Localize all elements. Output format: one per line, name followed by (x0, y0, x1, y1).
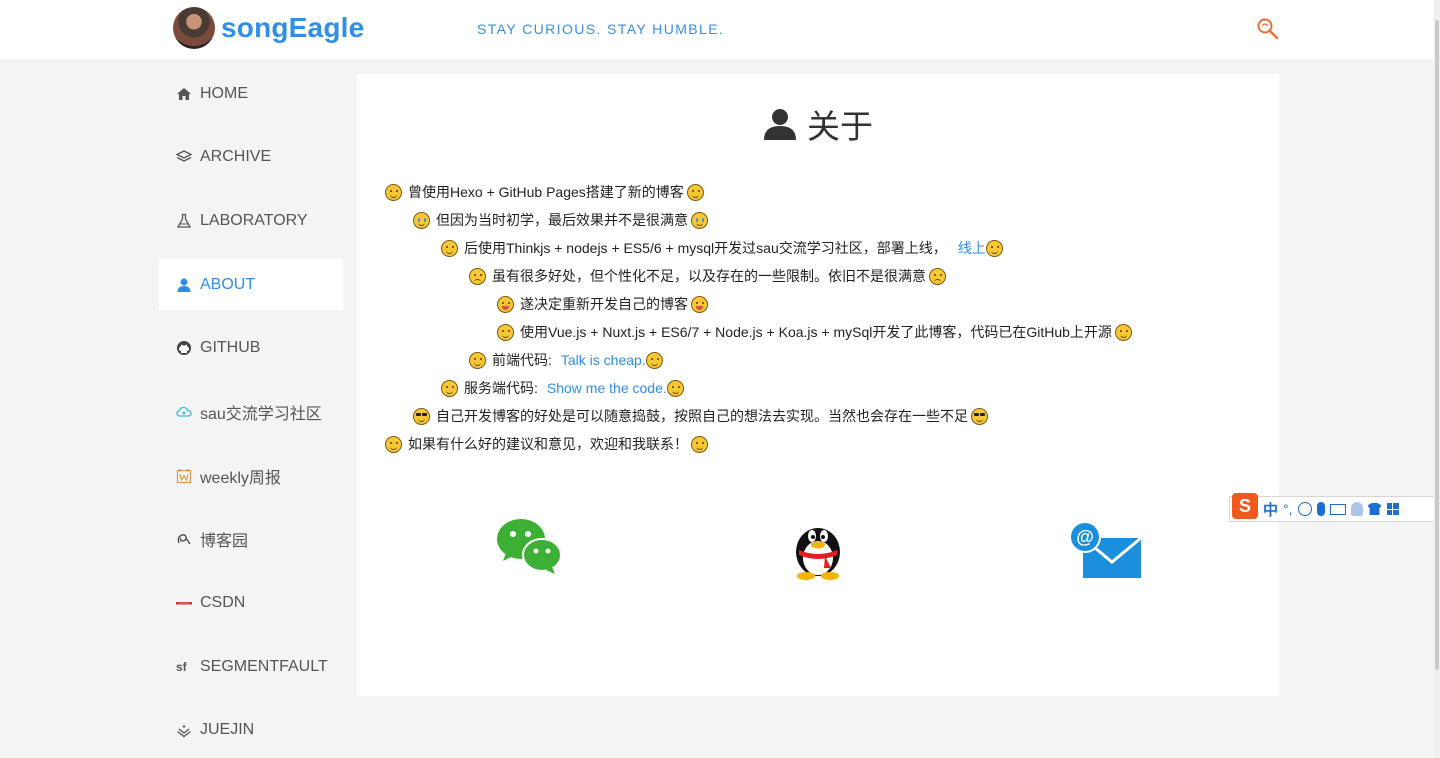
email-icon[interactable]: @ (1069, 520, 1143, 580)
tongue-emoji-icon (497, 295, 514, 313)
frontend-code-link[interactable]: Talk is cheap. (561, 352, 646, 368)
page-scrollbar[interactable] (1434, 0, 1440, 758)
sunglasses-emoji-icon (413, 407, 430, 425)
keyboard-icon[interactable] (1329, 503, 1346, 515)
user-icon (175, 276, 193, 294)
scrollbar-thumb[interactable] (1435, 20, 1439, 670)
list-item: 前端代码: Talk is cheap. (469, 349, 663, 371)
sidebar-item-label: sau交流学习社区 (200, 405, 322, 423)
grin-emoji-icon (1114, 323, 1132, 341)
page-title-text: 关于 (807, 107, 873, 146)
sidebar-item-label: HOME (200, 84, 248, 102)
online-link[interactable]: 线上 (958, 238, 986, 258)
list-item: 曾使用Hexo + GitHub Pages搭建了新的博客 (385, 181, 704, 203)
frown-emoji-icon (469, 267, 486, 285)
sidebar-item-label: ABOUT (200, 275, 256, 293)
sidebar-nav: HOME ARCHIVE LABORATORY ABOUT GITHUB sau… (159, 68, 343, 758)
search-icon[interactable] (1256, 17, 1280, 41)
wechat-icon[interactable] (496, 517, 562, 577)
svg-text:sf: sf (176, 660, 188, 674)
laugh-emoji-icon (666, 379, 684, 397)
site-brand[interactable]: songEagle (221, 12, 364, 44)
sidebar-item-label: CSDN (200, 594, 246, 611)
smile-emoji-icon (385, 435, 402, 453)
avatar[interactable] (173, 7, 215, 49)
cnblogs-icon (175, 530, 193, 548)
sidebar-item-archive[interactable]: ARCHIVE (159, 132, 343, 183)
segmentfault-icon: sf (175, 658, 193, 676)
user-icon[interactable] (1350, 502, 1363, 516)
sidebar-item-label: 博客园 (200, 533, 249, 551)
microphone-icon[interactable] (1316, 502, 1325, 516)
skin-icon[interactable] (1367, 503, 1382, 515)
sidebar-item-weekly[interactable]: weekly周报 (159, 450, 343, 501)
weekly-icon (175, 467, 193, 485)
qq-icon[interactable] (791, 518, 845, 580)
about-card: 关于 曾使用Hexo + GitHub Pages搭建了新的博客 但因为当时初学… (357, 74, 1279, 696)
grin-emoji-icon (497, 323, 514, 341)
list-item: 虽有很多好处，但个性化不足，以及存在的一些限制。依旧不是很满意 (469, 265, 946, 287)
sidebar-item-github[interactable]: GITHUB (159, 323, 343, 374)
punctuation-icon[interactable]: °, (1283, 501, 1293, 517)
sidebar-item-label: JUEJIN (200, 721, 255, 739)
sogou-logo-icon: S (1232, 493, 1258, 519)
github-icon (175, 339, 193, 357)
csdn-icon (175, 594, 193, 612)
page-title: 关于 (357, 100, 1279, 148)
site-slogan: STAY CURIOUS. STAY HUMBLE. (477, 21, 725, 37)
sidebar-item-label: weekly周报 (200, 469, 281, 487)
ime-toolbar[interactable]: S 中 °, (1229, 493, 1436, 522)
list-item: 使用Vue.js + Nuxt.js + ES6/7 + Node.js + K… (497, 321, 1132, 343)
sidebar-item-segmentfault[interactable]: sf SEGMENTFAULT (159, 641, 343, 692)
sidebar-item-home[interactable]: HOME (159, 68, 343, 119)
wink-emoji-icon (469, 351, 486, 369)
grin-emoji-icon (686, 183, 704, 201)
list-item: 遂决定重新开发自己的博客 (497, 293, 708, 315)
cry-emoji-icon (413, 211, 430, 229)
smile-emoji-icon (691, 435, 708, 453)
list-item: 如果有什么好的建议和意见，欢迎和我联系！ (385, 433, 708, 455)
emoji-icon[interactable] (1297, 502, 1312, 516)
wink-emoji-icon (645, 351, 663, 369)
cry-emoji-icon (691, 211, 708, 229)
frown-emoji-icon (929, 267, 946, 285)
sidebar-item-cnblogs[interactable]: 博客园 (159, 514, 343, 565)
chinese-mode-toggle[interactable]: 中 (1263, 499, 1278, 520)
home-icon (175, 85, 193, 103)
laugh-emoji-icon (441, 379, 458, 397)
site-header: songEagle STAY CURIOUS. STAY HUMBLE. (0, 0, 1440, 59)
archive-icon (175, 148, 193, 166)
sidebar-item-laboratory[interactable]: LABORATORY (159, 195, 343, 246)
svg-text:@: @ (1076, 527, 1094, 547)
list-item: 但因为当时初学，最后效果并不是很满意 (413, 209, 708, 231)
sunglasses-emoji-icon (971, 407, 988, 425)
backend-code-link[interactable]: Show me the code. (547, 380, 667, 396)
sidebar-item-label: LABORATORY (200, 211, 308, 229)
sidebar-item-csdn[interactable]: CSDN (159, 578, 343, 629)
sidebar-item-juejin[interactable]: JUEJIN (159, 705, 343, 756)
user-icon (764, 109, 796, 140)
sidebar-item-sau[interactable]: sau交流学习社区 (159, 386, 343, 437)
list-item: 服务端代码: Show me the code. (441, 377, 684, 399)
grin-emoji-icon (385, 183, 402, 201)
sidebar-item-label: ARCHIVE (200, 148, 272, 166)
sidebar-item-label: GITHUB (200, 339, 261, 357)
cloud-icon (175, 403, 193, 421)
sweat-smile-emoji-icon (441, 239, 458, 257)
flask-icon (175, 212, 193, 230)
sidebar-item-label: SEGMENTFAULT (200, 657, 328, 675)
list-item: 后使用Thinkjs + nodejs + ES5/6 + mysql开发过sa… (441, 237, 1003, 259)
sidebar-item-about[interactable]: ABOUT (159, 259, 343, 311)
sweat-smile-emoji-icon (985, 239, 1003, 257)
toolbox-icon[interactable] (1386, 503, 1399, 515)
juejin-icon (175, 721, 193, 739)
tongue-emoji-icon (691, 295, 708, 313)
list-item: 自己开发博客的好处是可以随意捣鼓，按照自己的想法去实现。当然也会存在一些不足 (413, 405, 988, 427)
